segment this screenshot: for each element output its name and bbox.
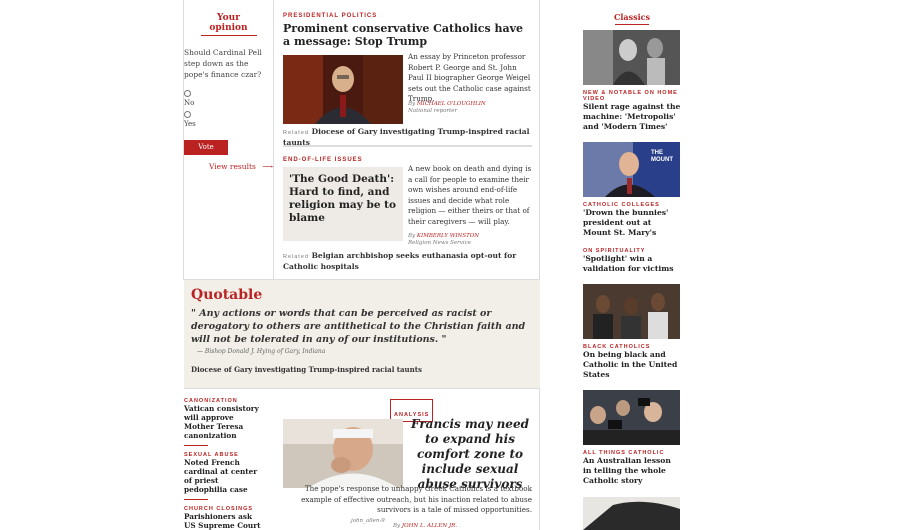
press-crowd-photo-icon bbox=[583, 390, 680, 445]
item-title[interactable]: Vatican consistory will approve Mother T… bbox=[184, 404, 264, 440]
arrow-right-icon: ⟶ bbox=[262, 162, 273, 171]
item-divider bbox=[184, 445, 208, 446]
view-results-label: View results bbox=[208, 162, 256, 171]
author-link[interactable]: Kimberly Winston bbox=[417, 233, 479, 239]
story-byline: By Michael O'Loughlin National reporter bbox=[408, 101, 532, 115]
story-kicker[interactable]: End-of-life Issues bbox=[283, 157, 363, 163]
item-title[interactable]: 'Drown the bunnies' president out at Mou… bbox=[583, 208, 681, 238]
rail-item[interactable]: New & Notable on Home Video Silent rage … bbox=[583, 30, 681, 132]
related-label: Related bbox=[283, 130, 309, 136]
item-title[interactable]: 'Spotlight' win a validation for victims bbox=[583, 254, 681, 274]
quotable-quote: " Any actions or words that can be perce… bbox=[191, 308, 526, 345]
byline-prefix: By bbox=[408, 101, 416, 107]
byline-prefix: By bbox=[393, 523, 401, 529]
analysis-byline: By John L. Allen Jr. bbox=[393, 523, 457, 529]
related-label: Related bbox=[283, 254, 309, 260]
sign-text: THE MOUNT bbox=[651, 150, 673, 163]
pope-photo-icon bbox=[283, 419, 403, 488]
poll-option-label: No bbox=[184, 99, 195, 107]
poll-question: Should Cardinal Pell step down as the po… bbox=[184, 48, 262, 79]
item-title[interactable]: An Australian lesson in telling the whol… bbox=[583, 456, 681, 486]
item-title[interactable]: Noted French cardinal at center of pries… bbox=[184, 458, 264, 494]
radio-button[interactable] bbox=[184, 111, 191, 118]
related-title: Belgian archbishop seeks euthanasia opt-… bbox=[283, 251, 517, 271]
classics-rail: Classics New & Notable on Home Video Sil… bbox=[583, 0, 681, 530]
story-byline: By Kimberly Winston Religion News Servic… bbox=[408, 233, 532, 247]
quotable-link[interactable]: Diocese of Gary investigating Trump-insp… bbox=[191, 365, 530, 374]
list-item[interactable]: Church Closings Parishioners ask US Supr… bbox=[184, 506, 264, 530]
column-divider bbox=[539, 0, 540, 530]
rail-title-rule bbox=[615, 24, 649, 25]
poll-option-no[interactable]: No bbox=[184, 90, 273, 107]
story-summary: An essay by Princeton professor Robert P… bbox=[408, 52, 531, 103]
story-summary: A new book on death and dying is a call … bbox=[408, 164, 532, 226]
column-divider bbox=[273, 0, 274, 280]
item-title[interactable]: Silent rage against the machine: 'Metrop… bbox=[583, 102, 681, 132]
analysis-headline[interactable]: Francis may need to expand his comfort z… bbox=[408, 417, 532, 492]
related-title: Diocese of Gary investigating Trump-insp… bbox=[283, 127, 530, 147]
author-link[interactable]: Michael O'Loughlin bbox=[417, 101, 486, 107]
list-item[interactable]: Sexual Abuse Noted French cardinal at ce… bbox=[184, 452, 264, 500]
photo-credit: john_allen-9 bbox=[351, 518, 385, 524]
quotable-attribution: — Bishop Donald J. Hying of Gary, Indian… bbox=[197, 348, 326, 355]
rail-photo[interactable]: THE MOUNT bbox=[583, 142, 680, 197]
congregation-photo-icon bbox=[583, 284, 680, 339]
poll-widget: Your opinion Should Cardinal Pell step d… bbox=[184, 0, 273, 171]
author-link[interactable]: John L. Allen Jr. bbox=[402, 523, 457, 529]
quotable-box: Quotable " Any actions or words that can… bbox=[184, 279, 540, 389]
rail-photo[interactable] bbox=[583, 497, 680, 530]
rail-item[interactable]: All Things Catholic An Australian lesson… bbox=[583, 390, 681, 486]
lower-left-headlines: Canonization Vatican consistory will app… bbox=[184, 398, 264, 530]
item-title[interactable]: On being black and Catholic in the Unite… bbox=[583, 350, 681, 380]
quotable-title: Quotable bbox=[191, 287, 263, 303]
byline-prefix: By bbox=[408, 233, 416, 239]
rail-photo[interactable] bbox=[583, 30, 680, 85]
story-end-of-life: End-of-life Issues 'The Good Death': Har… bbox=[283, 150, 532, 275]
story-separator bbox=[283, 145, 532, 147]
vote-button[interactable]: Vote bbox=[184, 140, 228, 155]
rail-photo-icon bbox=[583, 497, 680, 530]
rail-title: Classics bbox=[613, 12, 650, 22]
view-results-link[interactable]: View results ⟶ bbox=[184, 162, 273, 171]
portrait-photo-icon bbox=[283, 55, 403, 124]
story-photo[interactable] bbox=[283, 55, 403, 124]
rail-item[interactable]: Black Catholics On being black and Catho… bbox=[583, 284, 681, 380]
film-still-icon bbox=[583, 30, 680, 85]
author-role: Religion News Service bbox=[408, 240, 471, 246]
item-kicker[interactable]: New & Notable on Home Video bbox=[583, 90, 681, 102]
rail-item[interactable]: THE MOUNT Catholic Colleges 'Drown the b… bbox=[583, 142, 681, 238]
story-presidential-politics: Presidential Politics Prominent conserva… bbox=[283, 0, 532, 147]
analysis-summary: The pope's response to unhappy Greek Cat… bbox=[301, 484, 532, 514]
poll-option-yes[interactable]: Yes bbox=[184, 111, 273, 128]
rail-item[interactable]: On Spirituality 'Spotlight' win a valida… bbox=[583, 243, 681, 274]
story-headline[interactable]: Prominent conservative Catholics have a … bbox=[283, 22, 532, 48]
author-role: National reporter bbox=[408, 108, 458, 114]
radio-button[interactable] bbox=[184, 90, 191, 97]
rail-photo[interactable] bbox=[583, 390, 680, 445]
rail-photo[interactable] bbox=[583, 284, 680, 339]
item-divider bbox=[184, 499, 208, 500]
poll-title: Your opinion bbox=[200, 13, 257, 36]
item-title[interactable]: Parishioners ask US Supreme Court bbox=[184, 512, 264, 530]
poll-option-label: Yes bbox=[184, 120, 196, 128]
story-kicker[interactable]: Presidential Politics bbox=[283, 13, 377, 19]
story-headline[interactable]: 'The Good Death': Hard to find, and reli… bbox=[289, 173, 397, 225]
story-headline-box[interactable]: 'The Good Death': Hard to find, and reli… bbox=[283, 167, 403, 241]
related-link[interactable]: Related Belgian archbishop seeks euthana… bbox=[283, 251, 532, 272]
list-item[interactable]: Canonization Vatican consistory will app… bbox=[184, 398, 264, 446]
story-photo[interactable] bbox=[283, 419, 403, 488]
